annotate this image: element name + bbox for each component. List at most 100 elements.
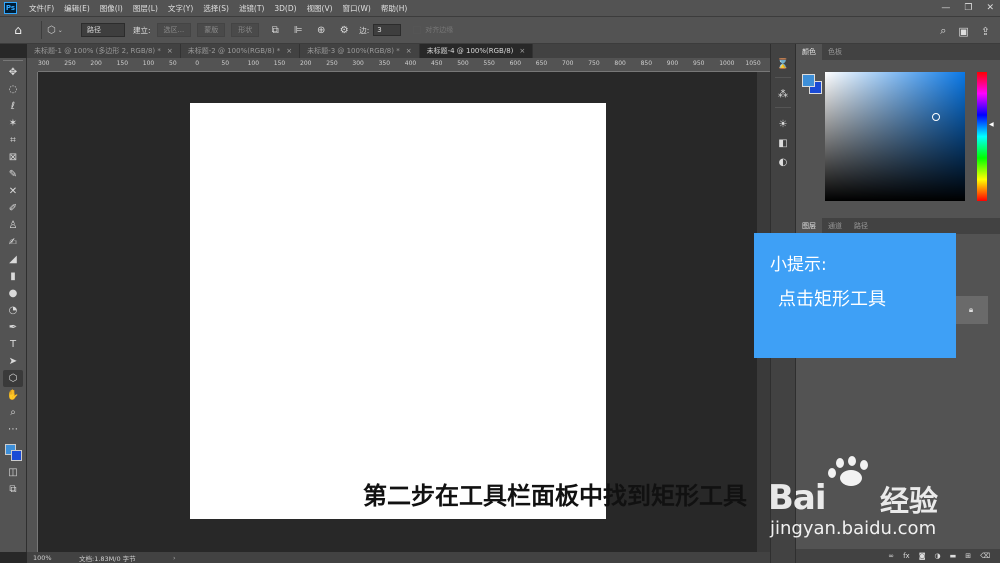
selection-button[interactable]: 选区... [156,23,192,37]
watermark-brand: Bai [768,478,827,518]
trash-icon[interactable]: ⌫ [980,552,990,560]
shape-tool-preset-icon[interactable]: ⬡ ⌄ [47,25,75,36]
foreground-swatch[interactable] [802,74,815,87]
shape-button[interactable]: 形状 [231,23,260,37]
adjustments-icon[interactable]: ◐ [774,154,792,170]
history-brush-icon[interactable]: ✍ [3,234,23,251]
path-arrangement-icon[interactable]: ⊕ [314,23,328,37]
tab-doc-1[interactable]: 未标题-1 @ 100% (多边形 2, RGB/8) * × [27,44,181,58]
mask-button[interactable]: 蒙版 [197,23,226,37]
marquee-icon[interactable]: ◌ [3,81,23,98]
adjustment-layer-icon[interactable]: ◑ [934,552,940,560]
share-icon[interactable]: ⇪ [981,25,990,38]
menu-file[interactable]: 文件(F) [29,3,54,14]
eyedropper-icon[interactable]: ✎ [3,166,23,183]
link-icon[interactable]: ∞ [888,552,894,560]
close-icon[interactable]: × [286,47,292,55]
menu-image[interactable]: 图像(I) [100,3,123,14]
more-icon[interactable]: ⋯ [3,421,23,438]
brush-settings-icon[interactable]: ⁂ [774,86,792,102]
restore-icon[interactable]: ❐ [964,3,972,13]
ruler-tick-label: 200 [300,60,312,67]
hue-slider[interactable] [977,72,987,201]
menu-view[interactable]: 视图(V) [307,3,333,14]
ruler-tick-label: 250 [326,60,338,67]
mask-icon[interactable]: ◙ [919,552,926,560]
shape-icon[interactable]: ⬡ [3,370,23,387]
menu-filter[interactable]: 滤镜(T) [239,3,264,14]
status-menu-icon[interactable]: › [173,554,176,562]
minimize-icon[interactable]: — [941,3,950,13]
lasso-icon[interactable]: ℓ [3,98,23,115]
close-icon[interactable]: × [519,47,525,55]
type-icon[interactable]: T [3,336,23,353]
magic-wand-icon[interactable]: ✶ [3,115,23,132]
dodge-icon[interactable]: ◔ [3,302,23,319]
healing-icon[interactable]: ✕ [3,183,23,200]
ruler-tick-label: 500 [457,60,469,67]
brush-icon[interactable]: ✐ [3,200,23,217]
mode-select[interactable]: 路径 [81,23,125,37]
search-icon[interactable]: ⌕ [940,24,946,38]
history-icon[interactable]: ⌛ [774,56,792,72]
close-icon[interactable]: ✕ [986,3,994,13]
workspace-icon[interactable]: ▣ [958,25,968,38]
tab-doc-2[interactable]: 未标题-2 @ 100%(RGB/8) * × [181,44,301,58]
tab-paths[interactable]: 路径 [848,218,874,234]
layer-lock-icon[interactable]: 🔒︎ [954,296,988,324]
panel-grip[interactable] [3,60,23,63]
eraser-icon[interactable]: ◢ [3,251,23,268]
menu-type[interactable]: 文字(Y) [168,3,193,14]
home-icon[interactable]: ⌂ [0,16,36,44]
zoom-level[interactable]: 100% [27,554,75,562]
zoom-icon[interactable]: ⌕ [3,404,23,421]
baidu-watermark: Bai 经验 jingyan.baidu.com [768,456,1000,548]
stamp-icon[interactable]: ♙ [3,217,23,234]
options-right: ⌕ ▣ ⇪ [940,17,990,45]
divider [775,107,791,108]
tab-color[interactable]: 颜色 [796,44,822,60]
group-icon[interactable]: ▬ [950,552,957,560]
menu-layer[interactable]: 图层(L) [133,3,158,14]
menu-help[interactable]: 帮助(H) [381,3,408,14]
fx-icon[interactable]: fx [903,552,910,560]
hue-slider-handle-icon[interactable]: ◀ [989,121,994,128]
tab-layers[interactable]: 图层 [796,218,822,234]
menu-edit[interactable]: 编辑(E) [64,3,90,14]
libraries-icon[interactable]: ◧ [774,135,792,151]
tab-swatches[interactable]: 色板 [822,44,848,60]
hand-icon[interactable]: ✋ [3,387,23,404]
color-cursor[interactable] [932,113,940,121]
document-canvas[interactable] [190,103,606,519]
menu-3d[interactable]: 3D(D) [274,4,296,13]
menu-window[interactable]: 窗口(W) [343,3,371,14]
menu-select[interactable]: 选择(S) [203,3,229,14]
radius-input[interactable]: 3 [373,24,402,36]
pen-icon[interactable]: ✒ [3,319,23,336]
tab-label: 未标题-2 @ 100%(RGB/8) * [187,47,281,55]
crop-icon[interactable]: ⌗ [3,132,23,149]
close-icon[interactable]: × [406,47,412,55]
gradient-icon[interactable]: ▮ [3,268,23,285]
tab-label: 未标题-4 @ 100%(RGB/8) [426,47,514,55]
close-icon[interactable]: × [167,47,173,55]
path-operations-icon[interactable]: ⧉ [268,23,282,37]
gear-icon[interactable]: ⚙ [337,23,351,37]
new-layer-icon[interactable]: ⊞ [965,552,971,560]
tab-doc-4[interactable]: 未标题-4 @ 100%(RGB/8) × [419,44,534,58]
path-alignment-icon[interactable]: ⊫ [291,23,305,37]
screen-mode-icon[interactable]: ⧉ [3,481,23,498]
color-field[interactable] [825,72,965,201]
background-color-icon[interactable] [11,450,22,461]
blur-icon[interactable]: ● [3,285,23,302]
align-edges-checkbox[interactable] [413,26,422,34]
tab-channels[interactable]: 通道 [822,218,848,234]
tab-doc-3[interactable]: 未标题-3 @ 100%(RGB/8) * × [300,44,420,58]
tip-body: 点击矩形工具 [778,289,886,310]
quick-mask-icon[interactable]: ◫ [3,464,23,481]
move-icon[interactable]: ✥ [3,64,23,81]
frame-icon[interactable]: ⊠ [3,149,23,166]
path-select-icon[interactable]: ➤ [3,353,23,370]
color-swatches[interactable] [3,440,23,464]
lightbulb-icon[interactable]: ☀ [774,116,792,132]
